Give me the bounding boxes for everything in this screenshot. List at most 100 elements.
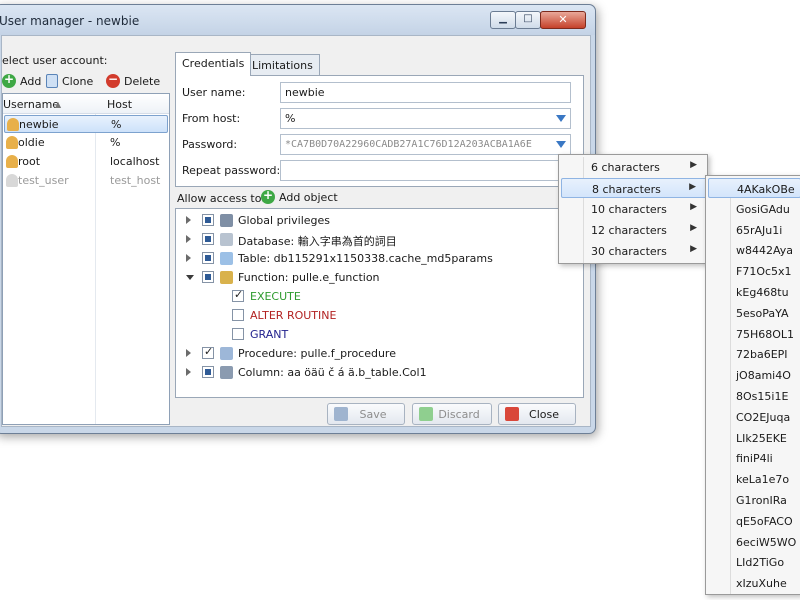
menu-item-password[interactable]: 72ba6EPI — [708, 344, 800, 364]
tree-label: GRANT — [250, 328, 289, 341]
menu-item-password[interactable]: 5esoPaYA — [708, 303, 800, 323]
function-icon — [220, 271, 233, 284]
user-list[interactable]: Username ▲ Host newbie% oldie% root localho… — [2, 93, 170, 425]
expand-arrow-icon[interactable] — [186, 349, 191, 357]
clone-user-button[interactable]: Clone — [46, 71, 93, 91]
tree-row[interactable]: Function: pulle.e_function — [176, 268, 583, 287]
submenu-arrow-icon: ▶ — [690, 244, 697, 254]
privilege-checkbox[interactable] — [232, 328, 244, 340]
save-label: Save — [359, 408, 387, 421]
discard-label: Discard — [438, 408, 480, 421]
tree-row[interactable]: Global privileges — [176, 211, 583, 230]
menu-item-password[interactable]: w8442Aya — [708, 240, 800, 260]
menu-item-password[interactable]: 6eciW5WO — [708, 532, 800, 552]
menu-item-password[interactable]: 65rAJu1i — [708, 220, 800, 240]
privilege-checkbox[interactable] — [202, 233, 214, 245]
tree-row[interactable]: Column: aa öäü č á ä.b_table.Col1 — [176, 363, 583, 382]
menu-item-password[interactable]: finiP4li — [708, 448, 800, 468]
maximize-button[interactable]: □ — [515, 11, 541, 29]
menu-item-password[interactable]: keLa1e7o — [708, 469, 800, 489]
save-button[interactable]: Save — [327, 403, 405, 425]
expand-arrow-icon[interactable] — [186, 235, 191, 243]
username-label: User name: — [182, 86, 246, 99]
password-suggestion: jO8ami4O — [736, 369, 791, 383]
menu-item-password[interactable]: CO2EJuqa — [708, 407, 800, 427]
tree-row[interactable]: Table: db115291x1150338.cache_md5params — [176, 249, 583, 268]
user-icon — [6, 136, 18, 149]
menu-item-password[interactable]: xIzuXuhe — [708, 573, 800, 593]
menu-item-password[interactable]: LId2TiGo — [708, 552, 800, 572]
credentials-panel: User name: newbie From host: % Password:… — [175, 75, 584, 187]
menu-item-password[interactable]: LIk25EKE — [708, 428, 800, 448]
tree-row[interactable]: ALTER ROUTINE — [176, 306, 583, 325]
user-host: test_host — [110, 174, 161, 187]
close-window-button[interactable]: ✕ — [540, 11, 586, 29]
title-bar[interactable]: User manager - newbie ▁ □ ✕ — [0, 5, 595, 35]
menu-item-length[interactable]: 30 characters ▶ — [561, 241, 707, 261]
tree-row[interactable]: EXECUTE — [176, 287, 583, 306]
privilege-checkbox[interactable] — [232, 309, 244, 321]
submenu-arrow-icon: ▶ — [690, 160, 697, 170]
password-generator-dropdown-icon[interactable] — [556, 141, 566, 148]
privilege-checkbox[interactable] — [202, 366, 214, 378]
column-header-host[interactable]: Host — [107, 98, 132, 111]
tab-credentials[interactable]: Credentials — [175, 52, 252, 76]
menu-item-password[interactable]: jO8ami4O — [708, 365, 800, 385]
password-suggestion: F71Oc5x1 — [736, 265, 792, 279]
menu-item-password[interactable]: F71Oc5x1 — [708, 261, 800, 281]
user-row[interactable]: root localhost — [4, 153, 168, 171]
delete-icon — [106, 72, 120, 88]
menu-item-password[interactable]: GosiGAdu — [708, 199, 800, 219]
menu-item-length[interactable]: 10 characters ▶ — [561, 199, 707, 219]
minimize-icon: ▁ — [499, 13, 507, 24]
menu-item-password[interactable]: qE5oFACO — [708, 511, 800, 531]
user-row[interactable]: newbie% — [4, 115, 168, 133]
fromhost-label: From host: — [182, 112, 241, 125]
menu-item-length[interactable]: 6 characters ▶ — [561, 157, 707, 177]
password-suggestion: 72ba6EPI — [736, 348, 788, 362]
privilege-checkbox[interactable] — [202, 345, 214, 359]
delete-user-button[interactable]: Delete — [106, 71, 160, 91]
privileges-tree[interactable]: Global privileges Database: 輸入字串為首的詞目 Tabl… — [175, 208, 584, 398]
tree-row[interactable]: GRANT — [176, 325, 583, 344]
tree-row[interactable]: Procedure: pulle.f_procedure — [176, 344, 583, 363]
user-icon — [7, 118, 19, 131]
privilege-checkbox[interactable] — [232, 288, 244, 302]
add-object-button[interactable]: Add object — [261, 188, 338, 204]
column-header-username[interactable]: Username — [3, 98, 59, 111]
menu-item-password[interactable]: 8Os15i1E — [708, 386, 800, 406]
fromhost-combo[interactable]: % — [280, 108, 571, 129]
expand-arrow-icon[interactable] — [186, 368, 191, 376]
close-button[interactable]: Close — [498, 403, 576, 425]
add-user-button[interactable]: Add — [2, 71, 41, 91]
discard-button[interactable]: Discard — [412, 403, 492, 425]
privilege-checkbox[interactable] — [202, 271, 214, 283]
user-row[interactable]: oldie% — [4, 134, 168, 152]
password-suggestion: qE5oFACO — [736, 514, 793, 528]
repeat-password-input[interactable] — [280, 160, 571, 181]
clone-user-label: Clone — [62, 74, 94, 88]
password-input[interactable]: *CA7B0D70A22960CADB27A1C76D12A203ACBA1A6… — [280, 134, 571, 155]
user-icon — [6, 174, 18, 187]
expand-arrow-icon[interactable] — [186, 254, 191, 262]
tab-limitations[interactable]: Limitations — [245, 54, 320, 76]
menu-item-password[interactable]: kEg468tu — [708, 282, 800, 302]
menu-item-password[interactable]: 75H68OL1 — [708, 324, 800, 344]
expand-arrow-icon[interactable] — [186, 216, 191, 224]
collapse-arrow-icon[interactable] — [186, 275, 194, 280]
submenu-arrow-icon: ▶ — [690, 223, 697, 233]
password-suggestion: xIzuXuhe — [736, 577, 787, 591]
minimize-button[interactable]: ▁ — [490, 11, 516, 29]
chevron-down-icon[interactable] — [556, 115, 566, 122]
privilege-checkbox[interactable] — [202, 214, 214, 226]
menu-item-password[interactable]: 4AKakOBe — [708, 178, 800, 198]
menu-item-password[interactable]: G1ronIRa — [708, 490, 800, 510]
procedure-icon — [220, 347, 233, 360]
username-input[interactable]: newbie — [280, 82, 571, 103]
tree-row[interactable]: Database: 輸入字串為首的詞目 — [176, 230, 583, 249]
menu-item-length[interactable]: 12 characters ▶ — [561, 220, 707, 240]
menu-item-length[interactable]: 8 characters ▶ — [561, 178, 707, 198]
privilege-checkbox[interactable] — [202, 252, 214, 264]
password-suggestion: 4AKakOBe — [737, 183, 795, 196]
user-row[interactable]: test_user test_host — [4, 172, 168, 190]
